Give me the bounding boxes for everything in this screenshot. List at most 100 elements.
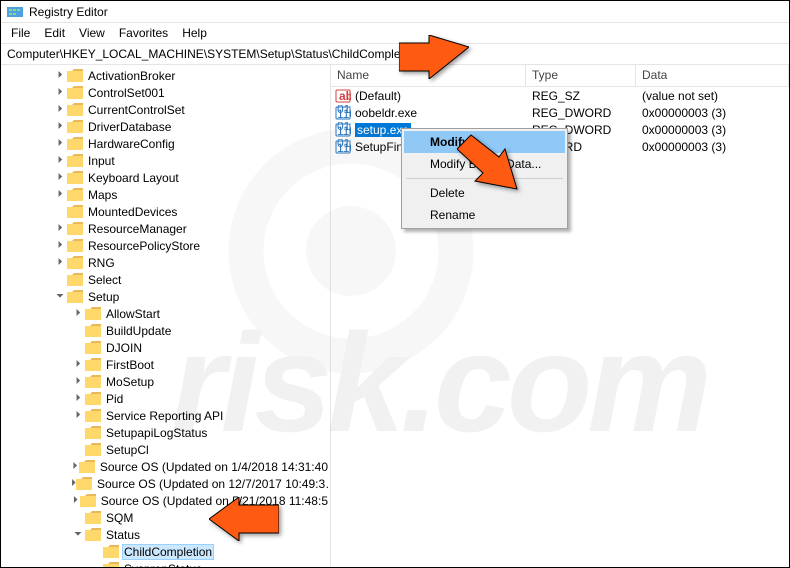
chevron-right-icon[interactable] [53, 155, 67, 166]
menu-file[interactable]: File [5, 24, 36, 42]
tree-item[interactable]: Status [1, 526, 330, 543]
address-input[interactable] [1, 45, 789, 63]
value-type: REG_DWORD [526, 106, 636, 120]
arrow-annotation [399, 35, 469, 79]
tree-item[interactable]: SysprepStatus [1, 560, 330, 567]
tree-label: SQM [104, 511, 135, 525]
tree-item[interactable]: Input [1, 152, 330, 169]
menu-view[interactable]: View [73, 24, 111, 42]
menu-edit[interactable]: Edit [38, 24, 71, 42]
folder-icon [85, 392, 101, 405]
tree-item[interactable]: SetupapiLogStatus [1, 424, 330, 441]
folder-icon [85, 426, 101, 439]
tree-item[interactable]: CurrentControlSet [1, 101, 330, 118]
tree-label: HardwareConfig [86, 137, 177, 151]
address-bar [1, 43, 789, 65]
list-row[interactable]: ab(Default)REG_SZ(value not set) [331, 87, 789, 104]
tree-item[interactable]: RNG [1, 254, 330, 271]
chevron-right-icon[interactable] [53, 172, 67, 183]
chevron-down-icon[interactable] [53, 291, 67, 302]
folder-icon [67, 205, 83, 218]
col-header-type[interactable]: Type [526, 65, 636, 86]
folder-icon [67, 222, 83, 235]
folder-icon [67, 273, 83, 286]
folder-icon [85, 443, 101, 456]
chevron-right-icon[interactable] [71, 308, 85, 319]
folder-icon [85, 409, 101, 422]
tree-item[interactable]: ChildCompletion [1, 543, 330, 560]
value-name: oobeldr.exe [355, 106, 417, 120]
tree-item[interactable]: HardwareConfig [1, 135, 330, 152]
value-data: 0x00000003 (3) [636, 140, 789, 154]
tree-item[interactable]: MountedDevices [1, 203, 330, 220]
tree-label: FirstBoot [104, 358, 156, 372]
chevron-right-icon[interactable] [53, 121, 67, 132]
tree-item[interactable]: Maps [1, 186, 330, 203]
chevron-right-icon[interactable] [53, 70, 67, 81]
tree-item[interactable]: ActivationBroker [1, 67, 330, 84]
tree-item[interactable]: Setup [1, 288, 330, 305]
menu-help[interactable]: Help [176, 24, 213, 42]
svg-text:110: 110 [337, 107, 351, 121]
tree-label: Input [86, 154, 117, 168]
menu-bar: File Edit View Favorites Help [1, 23, 789, 43]
tree-label: DJOIN [104, 341, 144, 355]
col-header-data[interactable]: Data [636, 65, 789, 86]
chevron-right-icon[interactable] [53, 138, 67, 149]
tree-item[interactable]: Keyboard Layout [1, 169, 330, 186]
tree-item[interactable]: SQM [1, 509, 330, 526]
list-row[interactable]: 011110 oobeldr.exe REG_DWORD0x00000003 (3) [331, 104, 789, 121]
binary-value-icon: 011110 [335, 105, 351, 121]
value-data: 0x00000003 (3) [636, 123, 789, 137]
folder-icon [103, 545, 119, 558]
folder-icon [67, 103, 83, 116]
tree-item[interactable]: ControlSet001 [1, 84, 330, 101]
chevron-right-icon[interactable] [71, 376, 85, 387]
chevron-right-icon[interactable] [53, 257, 67, 268]
folder-icon [80, 494, 96, 507]
tree-label: ControlSet001 [86, 86, 167, 100]
svg-text:110: 110 [337, 124, 351, 138]
tree-item[interactable]: SetupCl [1, 441, 330, 458]
tree-item[interactable]: Select [1, 271, 330, 288]
tree-item[interactable]: DJOIN [1, 339, 330, 356]
tree-item[interactable]: AllowStart [1, 305, 330, 322]
tree-item[interactable]: BuildUpdate [1, 322, 330, 339]
chevron-right-icon[interactable] [53, 240, 67, 251]
tree-item[interactable]: Source OS (Updated on 12/7/2017 10:49:3… [1, 475, 330, 492]
folder-icon [67, 137, 83, 150]
tree-label: SysprepStatus [122, 562, 204, 568]
tree-item[interactable]: Source OS (Updated on 1/4/2018 14:31:40 [1, 458, 330, 475]
binary-value-icon: 011110 [335, 122, 351, 138]
string-value-icon: ab [335, 88, 351, 104]
folder-icon [67, 188, 83, 201]
tree-label: Select [86, 273, 123, 287]
tree-item[interactable]: ResourceManager [1, 220, 330, 237]
tree-item[interactable]: DriverDatabase [1, 118, 330, 135]
tree-item[interactable]: Service Reporting API [1, 407, 330, 424]
tree-item[interactable]: Pid [1, 390, 330, 407]
chevron-down-icon[interactable] [71, 529, 85, 540]
chevron-right-icon[interactable] [71, 461, 79, 472]
value-data: 0x00000003 (3) [636, 106, 789, 120]
folder-icon [85, 375, 101, 388]
chevron-right-icon[interactable] [53, 189, 67, 200]
tree-label: BuildUpdate [104, 324, 173, 338]
chevron-right-icon[interactable] [71, 410, 85, 421]
chevron-right-icon[interactable] [53, 104, 67, 115]
tree-item[interactable]: Source OS (Updated on 5/21/2018 11:48:5 [1, 492, 330, 509]
tree-pane[interactable]: ActivationBroker ControlSet001CurrentCont… [1, 65, 331, 567]
chevron-right-icon[interactable] [71, 495, 80, 506]
folder-icon [85, 511, 101, 524]
chevron-right-icon[interactable] [53, 87, 67, 98]
title-bar: Registry Editor [1, 1, 789, 23]
menu-favorites[interactable]: Favorites [113, 24, 174, 42]
tree-item[interactable]: ResourcePolicyStore [1, 237, 330, 254]
context-item-rename[interactable]: Rename [404, 204, 565, 226]
chevron-right-icon[interactable] [71, 359, 85, 370]
tree-item[interactable]: MoSetup [1, 373, 330, 390]
chevron-right-icon[interactable] [71, 393, 85, 404]
value-data: (value not set) [636, 89, 789, 103]
chevron-right-icon[interactable] [53, 223, 67, 234]
tree-item[interactable]: FirstBoot [1, 356, 330, 373]
